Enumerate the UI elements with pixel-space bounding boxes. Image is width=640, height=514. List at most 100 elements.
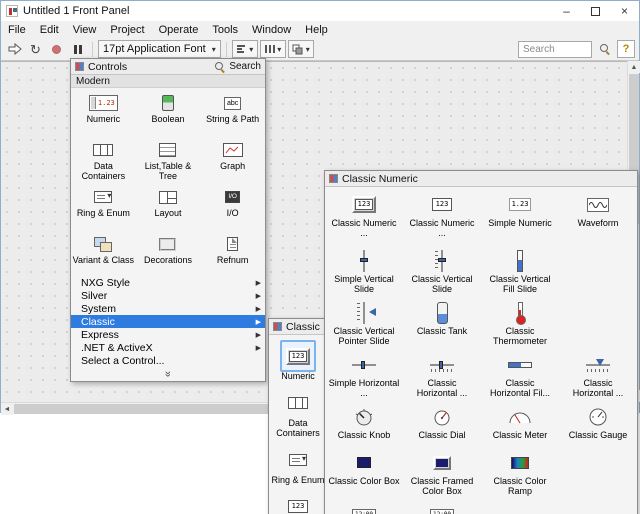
palette-item-refnum[interactable]: Refnum xyxy=(200,229,265,276)
palette-item-graph[interactable]: Graph xyxy=(200,135,265,182)
palette-row-select-a-control[interactable]: Select a Control... xyxy=(71,354,265,367)
align-objects-icon xyxy=(236,44,247,54)
expand-chevron-button[interactable]: « xyxy=(71,367,265,381)
palette-item-layout[interactable]: Layout xyxy=(136,182,201,229)
ring-enum-icon xyxy=(289,454,307,466)
cn-item-classic-thermometer[interactable]: Classic Thermometer xyxy=(481,295,559,347)
timestamp-icon: 12:00 xyxy=(430,509,454,514)
section-modern[interactable]: Modern xyxy=(71,75,265,88)
palette-item-numeric[interactable]: 1.23 Numeric xyxy=(71,88,136,135)
cn-item-simple-horizontal-slide[interactable]: Simple Horizontal ... xyxy=(325,347,403,399)
menu-view[interactable]: View xyxy=(66,21,104,38)
cn-item-classic-vertical-fill-slide[interactable]: Classic Vertical Fill Slide xyxy=(481,243,559,295)
pause-button[interactable] xyxy=(68,40,87,59)
font-selector-dropdown[interactable]: 17pt Application Font ▾ xyxy=(98,40,221,58)
run-continuous-icon: ↻ xyxy=(30,43,41,56)
palette-item-decorations[interactable]: Decorations xyxy=(136,229,201,276)
palette-item-ring-enum[interactable]: Ring & Enum xyxy=(71,182,136,229)
titlebar[interactable]: Untitled 1 Front Panel – × xyxy=(1,1,639,21)
simple-numeric-icon: 1.23 xyxy=(509,198,532,211)
cn-item-classic-horizontal-fill-slide[interactable]: Classic Horizontal Fil... xyxy=(481,347,559,399)
controls-palette-title: Controls xyxy=(88,61,127,73)
dial-icon xyxy=(432,408,452,426)
chevron-down-icon: ▾ xyxy=(249,45,253,54)
chevron-down-icon: ▾ xyxy=(306,45,310,54)
numeric-icon: 123 xyxy=(288,500,309,513)
search-button[interactable] xyxy=(595,40,614,59)
classic-palette: Classic 123 Numeric Data Containers Ring… xyxy=(268,318,328,514)
cn-item-classic-color-box[interactable]: Classic Color Box xyxy=(325,445,403,497)
cn-item-classic-numeric-indicator[interactable]: 123 Classic Numeric ... xyxy=(403,187,481,243)
window-title: Untitled 1 Front Panel xyxy=(23,5,129,17)
palette-item-string-path[interactable]: abc String & Path xyxy=(200,88,265,135)
menu-help[interactable]: Help xyxy=(298,21,335,38)
menu-file[interactable]: File xyxy=(1,21,33,38)
cn-item-classic-meter[interactable]: Classic Meter xyxy=(481,399,559,445)
palette-row-system[interactable]: System ▶ xyxy=(71,302,265,315)
palette-search-button[interactable]: Search xyxy=(214,61,261,73)
palette-item-list-table-tree[interactable]: List,Table & Tree xyxy=(136,135,201,182)
align-objects-dropdown[interactable]: ▾ xyxy=(232,40,258,58)
cn-item-classic-tank[interactable]: Classic Tank xyxy=(403,295,481,347)
timestamp-icon: 12:00 xyxy=(352,509,376,514)
run-continuous-button[interactable]: ↻ xyxy=(26,40,45,59)
waveform-icon xyxy=(587,198,609,212)
tank-icon xyxy=(437,302,448,324)
run-button[interactable] xyxy=(5,40,24,59)
maximize-icon xyxy=(591,7,600,16)
cn-item-classic-framed-color-box[interactable]: Classic Framed Color Box xyxy=(403,445,481,497)
cn-item-classic-color-ramp[interactable]: Classic Color Ramp xyxy=(481,445,559,497)
scroll-up-icon[interactable]: ▲ xyxy=(628,61,640,73)
palette-row-express[interactable]: Express ▶ xyxy=(71,328,265,341)
palette-item-variant-class[interactable]: Variant & Class xyxy=(71,229,136,276)
classic-numeric-titlebar[interactable]: Classic Numeric xyxy=(325,171,637,187)
search-input[interactable] xyxy=(518,41,592,58)
maximize-button[interactable] xyxy=(581,1,610,21)
cn-item-timestamp-indicator[interactable]: 12:00 xyxy=(403,497,481,514)
help-button[interactable]: ? xyxy=(617,40,635,58)
scroll-left-icon[interactable]: ◄ xyxy=(1,403,13,415)
cn-item-classic-dial[interactable]: Classic Dial xyxy=(403,399,481,445)
palette-item-data-containers[interactable]: Data Containers xyxy=(71,135,136,182)
cn-item-classic-knob[interactable]: Classic Knob xyxy=(325,399,403,445)
cn-item-classic-gauge[interactable]: Classic Gauge xyxy=(559,399,637,445)
close-icon: × xyxy=(621,4,628,18)
menu-tools[interactable]: Tools xyxy=(205,21,245,38)
cn-item-classic-vertical-pointer-slide[interactable]: Classic Vertical Pointer Slide xyxy=(325,295,403,347)
close-button[interactable]: × xyxy=(610,1,639,21)
classic-item-data-containers[interactable]: Data Containers xyxy=(269,382,327,439)
data-containers-icon xyxy=(288,397,308,409)
cn-item-classic-horizontal-slide[interactable]: Classic Horizontal ... xyxy=(403,347,481,399)
classic-item-numeric[interactable]: 123 Numeric xyxy=(269,335,327,382)
cn-item-timestamp-control[interactable]: 12:00 xyxy=(325,497,403,514)
gauge-icon xyxy=(588,408,608,426)
cn-item-classic-vertical-slide[interactable]: Classic Vertical Slide xyxy=(403,243,481,295)
cn-item-simple-numeric[interactable]: 1.23 Simple Numeric xyxy=(481,187,559,243)
minimize-icon: – xyxy=(563,4,570,18)
palette-row-nxg-style[interactable]: NXG Style ▶ xyxy=(71,276,265,289)
menu-project[interactable]: Project xyxy=(103,21,151,38)
cn-item-classic-horizontal-pointer-slide[interactable]: Classic Horizontal ... xyxy=(559,347,637,399)
palette-row-dotnet-activex[interactable]: .NET & ActiveX ▶ xyxy=(71,341,265,354)
cn-item-simple-vertical-slide[interactable]: Simple Vertical Slide xyxy=(325,243,403,295)
classic-item-partial[interactable]: 123 xyxy=(269,486,327,514)
submenu-arrow-icon: ▶ xyxy=(256,344,261,352)
submenu-arrow-icon: ▶ xyxy=(256,279,261,287)
palette-row-classic[interactable]: Classic ▶ xyxy=(71,315,265,328)
classic-item-ring-enum[interactable]: Ring & Enum xyxy=(269,439,327,486)
palette-icon xyxy=(75,62,84,71)
classic-palette-titlebar[interactable]: Classic xyxy=(269,319,327,335)
menu-window[interactable]: Window xyxy=(245,21,298,38)
cn-item-waveform[interactable]: Waveform xyxy=(559,187,637,243)
distribute-objects-dropdown[interactable]: ▾ xyxy=(260,40,286,58)
menu-operate[interactable]: Operate xyxy=(152,21,206,38)
controls-palette-titlebar[interactable]: Controls Search xyxy=(71,59,265,75)
menu-edit[interactable]: Edit xyxy=(33,21,66,38)
palette-item-io[interactable]: I/O I/O xyxy=(200,182,265,229)
palette-row-silver[interactable]: Silver ▶ xyxy=(71,289,265,302)
reorder-dropdown[interactable]: ▾ xyxy=(288,40,314,58)
abort-button[interactable] xyxy=(47,40,66,59)
minimize-button[interactable]: – xyxy=(552,1,581,21)
cn-item-classic-numeric-control[interactable]: 123 Classic Numeric ... xyxy=(325,187,403,243)
palette-item-boolean[interactable]: Boolean xyxy=(136,88,201,135)
